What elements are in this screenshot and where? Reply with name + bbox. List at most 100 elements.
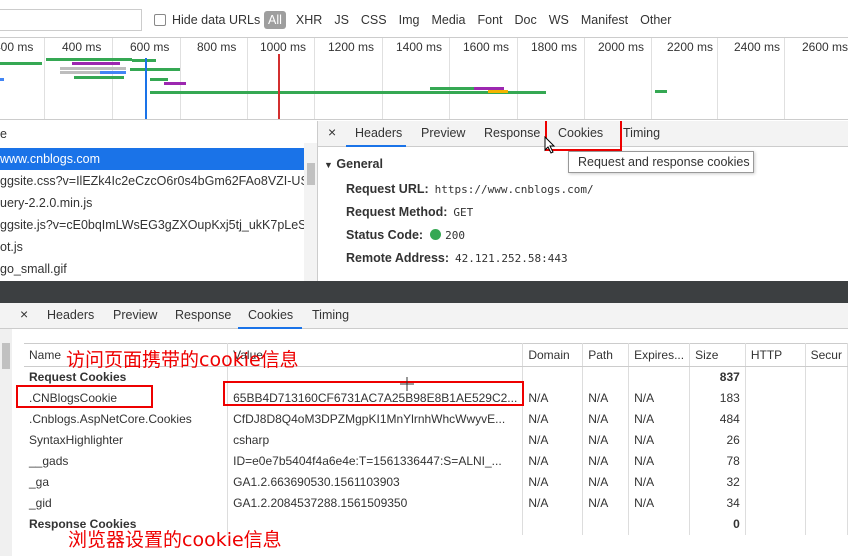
cookie-path: N/A — [582, 492, 630, 514]
close-icon[interactable]: × — [20, 306, 28, 322]
cookie-path: N/A — [582, 387, 630, 409]
header-value: https://www.cnblogs.com/ — [434, 183, 594, 196]
request-row[interactable]: ot.js — [0, 236, 304, 258]
request-row[interactable]: ggsite.css?v=IlEZk4Ic2eCzcO6r0s4bGm62FAo… — [0, 170, 304, 192]
type-filter-img[interactable]: Img — [393, 11, 426, 29]
tab-timing[interactable]: Timing — [623, 126, 660, 140]
tab-timing[interactable]: Timing — [312, 308, 349, 322]
waterfall-bar — [100, 71, 126, 74]
waterfall-bar — [46, 58, 132, 61]
cookie-path: N/A — [582, 429, 630, 451]
request-row[interactable]: go_small.gif — [0, 258, 304, 280]
cookie-domain: N/A — [522, 492, 584, 514]
active-tab-indicator — [238, 327, 302, 329]
grid-line — [180, 38, 181, 119]
scrollbar-thumb[interactable] — [307, 163, 315, 185]
cookie-domain: N/A — [522, 387, 584, 409]
table-row[interactable]: .Cnblogs.AspNetCore.Cookies CfDJ8D8Q4oM3… — [24, 408, 848, 430]
cookie-size: 78 — [689, 450, 746, 472]
type-filter-font[interactable]: Font — [472, 11, 509, 29]
type-filter-all[interactable]: All — [264, 11, 286, 29]
type-filter-js[interactable]: JS — [328, 11, 355, 29]
grid-line — [651, 38, 652, 119]
general-section-label: General — [336, 157, 383, 171]
cookie-name: .Cnblogs.AspNetCore.Cookies — [24, 408, 229, 430]
hide-data-urls-checkbox[interactable] — [154, 14, 166, 26]
cookie-expires: N/A — [628, 492, 691, 514]
tab-headers[interactable]: Headers — [47, 308, 94, 322]
hide-data-urls-label: Hide data URLs — [172, 13, 261, 27]
column-header-path[interactable]: Path — [582, 343, 630, 367]
scrollbar-thumb[interactable] — [2, 343, 10, 369]
table-row[interactable]: _ga GA1.2.663690530.1561103903 N/A N/A N… — [24, 471, 848, 493]
waterfall-bar — [0, 62, 42, 65]
tick-label: 1600 ms — [463, 40, 510, 54]
tab-preview[interactable]: Preview — [113, 308, 157, 322]
tab-response[interactable]: Response — [175, 308, 231, 322]
crosshair-cursor-icon — [400, 377, 414, 391]
column-header-domain[interactable]: Domain — [522, 343, 584, 367]
cookie-expires: N/A — [628, 471, 691, 493]
filter-bar: Hide data URLs All XHR JS CSS Img Media … — [0, 0, 848, 38]
request-list-scrollbar[interactable] — [304, 143, 317, 281]
header-name: Request Method: — [346, 205, 448, 219]
request-list: e www.cnblogs.com ggsite.css?v=IlEZk4Ic2… — [0, 121, 318, 281]
cookies-scrollbar[interactable] — [0, 329, 12, 556]
request-list-header[interactable]: e — [0, 124, 304, 144]
tick-label: 2600 ms — [802, 40, 848, 54]
screenshot-divider — [0, 281, 848, 303]
header-row: Status Code: 200 — [346, 228, 465, 242]
waterfall-bar — [150, 91, 546, 94]
dom-content-loaded-marker — [145, 58, 147, 119]
type-filter-css[interactable]: CSS — [355, 11, 393, 29]
expand-triangle-icon: ▼ — [324, 160, 333, 170]
tab-preview[interactable]: Preview — [421, 126, 465, 140]
column-header-secure[interactable]: Secur — [805, 343, 848, 367]
tick-label: 400 ms — [0, 40, 34, 54]
filter-input[interactable] — [0, 9, 142, 31]
resource-type-filters: All XHR JS CSS Img Media Font Doc WS Man… — [264, 11, 677, 29]
header-row: Remote Address: 42.121.252.58:443 — [346, 251, 568, 265]
type-filter-manifest[interactable]: Manifest — [575, 11, 634, 29]
response-cookie-annotation: 浏览器设置的cookie信息 — [68, 529, 282, 551]
table-row[interactable]: _gid GA1.2.2084537288.1561509350 N/A N/A… — [24, 492, 848, 514]
general-section-header[interactable]: ▼ General — [324, 157, 383, 171]
tab-response[interactable]: Response — [484, 126, 540, 140]
cookie-size: 26 — [689, 429, 746, 451]
grid-line — [314, 38, 315, 119]
tab-headers[interactable]: Headers — [355, 126, 402, 140]
table-row[interactable]: SyntaxHighlighter csharp N/A N/A N/A 26 — [24, 429, 848, 451]
network-overview-timeline[interactable]: 400 ms 400 ms 600 ms 800 ms 1000 ms 1200… — [0, 38, 848, 120]
cookies-tooltip: Request and response cookies — [568, 151, 754, 173]
type-filter-media[interactable]: Media — [425, 11, 471, 29]
request-row[interactable]: uery-2.2.0.min.js — [0, 192, 304, 214]
table-row[interactable]: __gads ID=e0e7b5404f4a6e4e:T=1561336447:… — [24, 450, 848, 472]
waterfall-bar — [164, 82, 186, 85]
cookie-domain: N/A — [522, 471, 584, 493]
hide-data-urls-toggle[interactable]: Hide data URLs — [154, 13, 260, 27]
close-icon[interactable]: × — [328, 124, 336, 140]
tab-cookies[interactable]: Cookies — [248, 308, 293, 322]
waterfall-bar — [150, 78, 168, 81]
cookie-path: N/A — [582, 408, 630, 430]
grid-line — [449, 38, 450, 119]
cookie-size: 183 — [689, 387, 746, 409]
column-header-size[interactable]: Size — [689, 343, 746, 367]
type-filter-other[interactable]: Other — [634, 11, 677, 29]
cookie-path: N/A — [582, 471, 630, 493]
request-row-selected[interactable]: www.cnblogs.com — [0, 148, 304, 170]
request-row[interactable]: ggsite.js?v=cE0bqImLWsEG3gZXOupKxj5tj_uk… — [0, 214, 304, 236]
grid-line — [247, 38, 248, 119]
type-filter-doc[interactable]: Doc — [509, 11, 543, 29]
mouse-cursor-icon — [544, 136, 556, 154]
status-dot-icon — [430, 229, 442, 240]
cookie-domain: N/A — [522, 450, 584, 472]
type-filter-xhr[interactable]: XHR — [290, 11, 328, 29]
type-filter-ws[interactable]: WS — [543, 11, 575, 29]
cookie-value-highlight — [223, 381, 524, 406]
cookies-panel: × Headers Preview Response Cookies Timin… — [0, 303, 848, 556]
header-value: GET — [453, 206, 474, 219]
column-header-http[interactable]: HTTP — [745, 343, 806, 367]
header-row: Request Method: GET — [346, 205, 473, 219]
column-header-expires[interactable]: Expires... — [628, 343, 691, 367]
